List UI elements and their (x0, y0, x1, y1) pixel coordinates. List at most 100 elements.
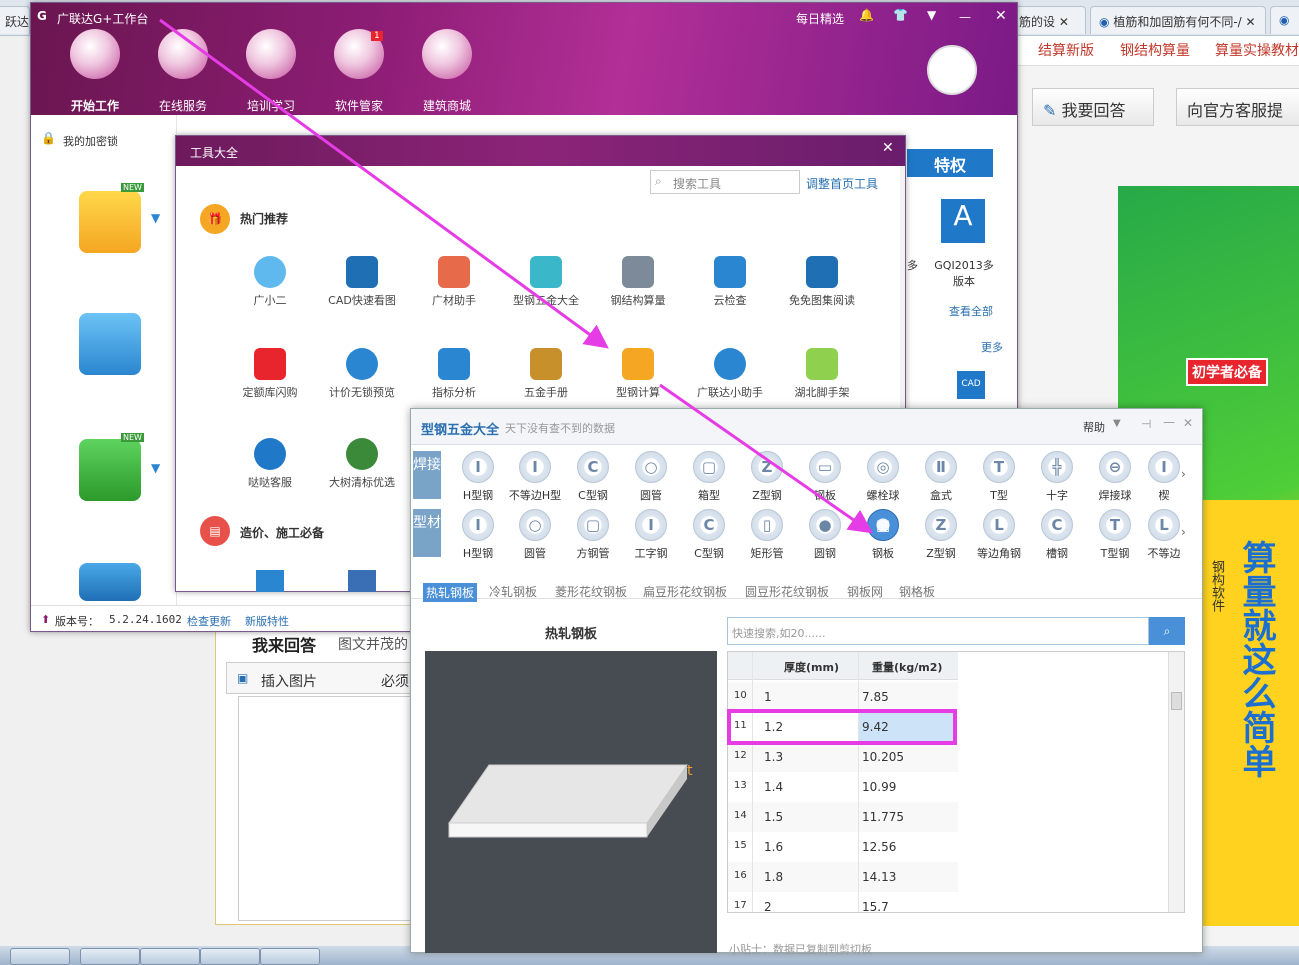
close-icon[interactable]: ✕ (1059, 15, 1069, 29)
tool-assistant[interactable]: 广联达小助手 (684, 348, 776, 400)
chevron-right-icon[interactable]: › (1181, 525, 1186, 539)
quick-search-input[interactable]: 快速搜索,如20...... (727, 617, 1149, 645)
tool-steel-calc[interactable]: 型钢计算 (592, 348, 684, 400)
tool-steel-hardware[interactable]: 型钢五金大全 (500, 256, 592, 308)
tool-material-helper[interactable]: 广材助手 (408, 256, 500, 308)
daily-picks-link[interactable]: 每日精选 (796, 10, 844, 27)
group-profile[interactable]: 型材 (413, 509, 441, 557)
shape-round-bar[interactable]: ● 圆钢 (798, 509, 852, 561)
avatar[interactable] (927, 45, 977, 95)
taskbar-item[interactable] (140, 948, 200, 965)
tool-pdf-reader[interactable]: 免免图集阅读 (776, 256, 868, 308)
shape-rect-pipe[interactable]: ▯ 矩形管 (740, 509, 794, 561)
subtab-hot-rolled[interactable]: 热轧钢板 (423, 583, 478, 602)
shape-c-steel[interactable]: C C型钢 (566, 451, 620, 503)
subtab-mesh[interactable]: 钢板网 (847, 583, 883, 600)
close-icon[interactable]: ✕ (1183, 416, 1193, 430)
bell-icon[interactable]: 🔔 (859, 8, 874, 22)
shape-round-pipe[interactable]: ○ 圆管 (624, 451, 678, 503)
tool-steel-structure[interactable]: 钢结构算量 (592, 256, 684, 308)
taskbar-item[interactable] (80, 948, 140, 965)
shape-box-type[interactable]: Ⅱ 盒式 (914, 451, 968, 503)
tool-pricing-preview[interactable]: 计价无锁预览 (316, 348, 408, 400)
shape-t[interactable]: T T型 (972, 451, 1026, 503)
subtab-cold-rolled[interactable]: 冷轧钢板 (489, 583, 537, 600)
shape-wedge[interactable]: I楔 (1146, 451, 1182, 503)
subtab-diamond[interactable]: 菱形花纹钢板 (555, 583, 627, 600)
tool-hardware-manual[interactable]: 五金手册 (500, 348, 592, 400)
cloud-app-icon[interactable] (79, 563, 141, 601)
shape-z-steel[interactable]: Z Z型钢 (914, 509, 968, 561)
taskbar-item[interactable] (200, 948, 260, 965)
official-service-button[interactable]: 向官方客服提 (1176, 88, 1299, 126)
adjust-home-tools-link[interactable]: 调整首页工具 (806, 175, 878, 192)
browser-tab[interactable]: ◉ 植筋和加固筋有何不同-/ ✕ (1090, 6, 1266, 34)
tool-hubei-scaffold[interactable]: 湖北脚手架 (776, 348, 868, 400)
tab-online-service[interactable]: 在线服务 (153, 29, 213, 114)
service-app-icon[interactable] (79, 313, 141, 375)
new-features-link[interactable]: 新版特性 (245, 613, 289, 629)
check-update-link[interactable]: 检查更新 (187, 613, 231, 629)
chevron-right-icon[interactable]: › (1181, 467, 1186, 481)
tab-start-work[interactable]: 开始工作 (65, 29, 125, 114)
minimize-icon[interactable]: — (1163, 415, 1175, 429)
tab-building-mall[interactable]: 建筑商城 (417, 29, 477, 114)
scrollbar[interactable] (1168, 652, 1184, 912)
insert-image-button[interactable]: 插入图片 (261, 671, 317, 691)
tool-tree-bid[interactable]: 大树清标优选 (316, 438, 408, 490)
shape-t-steel[interactable]: T T型钢 (1088, 509, 1142, 561)
nav-link[interactable]: 算量实操教材 (1215, 40, 1299, 60)
scroll-thumb[interactable] (1171, 692, 1182, 710)
tool-cad-viewer[interactable]: CAD快速看图 (316, 256, 408, 308)
search-button[interactable]: ⌕ (1149, 617, 1185, 645)
h-app-icon[interactable] (79, 439, 141, 501)
table-row[interactable]: 14 1.5 11.775 (728, 802, 958, 832)
dongle-label[interactable]: 我的加密锁 (63, 133, 118, 149)
subtab-round-bean[interactable]: 圆豆形花纹钢板 (745, 583, 829, 600)
tool-cloud-check[interactable]: 云检查 (684, 256, 776, 308)
tool-dada-service[interactable]: 哒哒客服 (224, 438, 316, 490)
table-row[interactable]: 15 1.6 12.56 (728, 832, 958, 862)
tool-partial-icon[interactable] (348, 570, 376, 592)
subtab-grating[interactable]: 钢格板 (899, 583, 935, 600)
shape-z-steel[interactable]: Z Z型钢 (740, 451, 794, 503)
shape-plate-selected[interactable]: ▦ 钢板 (856, 509, 910, 561)
shape-plate[interactable]: ▭ 钢板 (798, 451, 852, 503)
tab-training[interactable]: 培训学习 (241, 29, 301, 114)
table-row[interactable]: 16 1.8 14.13 (728, 862, 958, 892)
shape-h-steel[interactable]: I H型钢 (451, 509, 505, 561)
close-icon[interactable]: ✕ (995, 8, 1007, 24)
cad-app-icon[interactable]: CAD (957, 371, 985, 399)
notes-app-icon[interactable] (79, 191, 141, 253)
skin-icon[interactable]: 👕 (893, 8, 908, 22)
subtab-lentil[interactable]: 扁豆形花纹钢板 (643, 583, 727, 600)
table-row[interactable]: 13 1.4 10.99 (728, 772, 958, 802)
answer-button[interactable]: ✎ 我要回答 (1032, 88, 1154, 126)
tool-search-input[interactable]: ⌕ 搜索工具 (650, 170, 800, 194)
help-menu[interactable]: 帮助 (1083, 419, 1105, 435)
shape-channel[interactable]: C 槽钢 (1030, 509, 1084, 561)
table-row[interactable]: 12 1.3 10.205 (728, 742, 958, 772)
shape-unequal-angle[interactable]: L 不等边 (1146, 509, 1182, 561)
minimize-icon[interactable]: — (959, 10, 971, 24)
nav-link[interactable]: 结算新版 (1038, 40, 1094, 60)
browser-tab[interactable]: 跃达-- (0, 6, 30, 34)
shape-round-pipe[interactable]: ○ 圆管 (508, 509, 562, 561)
tool-index-analysis[interactable]: 指标分析 (408, 348, 500, 400)
answer-textarea[interactable] (238, 696, 416, 921)
tool-quota-shop[interactable]: 定额库闪购 (224, 348, 316, 400)
tool-partial-icon[interactable] (256, 570, 284, 592)
table-row[interactable]: 10 1 7.85 (728, 682, 958, 712)
chevron-down-icon[interactable]: ▼ (1113, 418, 1121, 429)
menu-icon[interactable]: ▼ (927, 8, 936, 22)
chevron-down-icon[interactable]: ▼ (151, 461, 160, 475)
shape-equal-angle[interactable]: L 等边角钢 (972, 509, 1026, 561)
shape-box[interactable]: ▢ 箱型 (682, 451, 736, 503)
gqi-app-icon[interactable]: A (941, 199, 985, 243)
tool-guangxiaoer[interactable]: 广小二 (224, 256, 316, 308)
shape-weld-ball[interactable]: ⊖ 焊接球 (1088, 451, 1142, 503)
shape-square-pipe[interactable]: ▢ 方钢管 (566, 509, 620, 561)
nav-link[interactable]: 钢结构算量 (1120, 40, 1190, 60)
more-link[interactable]: 更多 (981, 339, 1003, 355)
browser-tab[interactable]: ◉ (1270, 6, 1299, 34)
